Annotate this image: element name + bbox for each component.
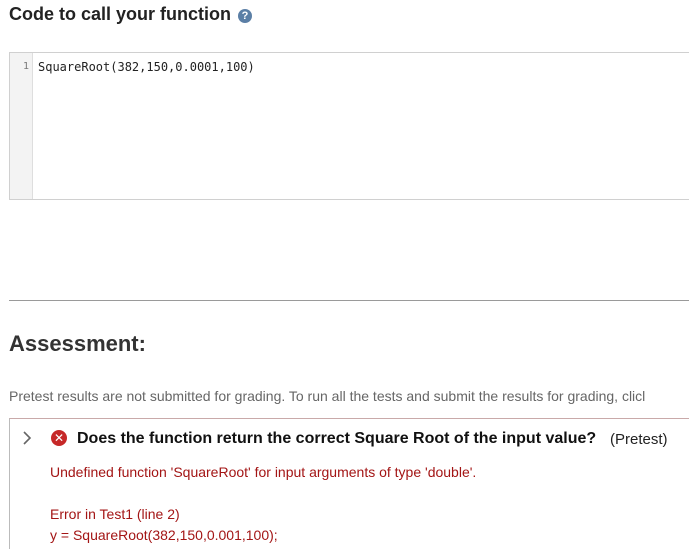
error-location: Error in Test1 (line 2) bbox=[50, 506, 180, 522]
section-divider bbox=[9, 300, 689, 301]
pretest-note: Pretest results are not submitted for gr… bbox=[9, 388, 646, 404]
page: Code to call your function ? 1 SquareRoo… bbox=[0, 0, 689, 549]
test-result-panel: ✕ Does the function return the correct S… bbox=[9, 418, 689, 549]
code-section-heading: Code to call your function ? bbox=[9, 4, 253, 25]
test-title[interactable]: Does the function return the correct Squ… bbox=[77, 430, 596, 448]
chevron-right-icon[interactable] bbox=[22, 430, 32, 446]
assessment-title: Assessment: bbox=[9, 331, 146, 356]
error-message: Undefined function 'SquareRoot' for inpu… bbox=[50, 464, 477, 480]
question-icon[interactable]: ? bbox=[238, 8, 253, 23]
error-x-icon: ✕ bbox=[51, 430, 67, 446]
code-editor[interactable]: 1 SquareRoot(382,150,0.0001,100) bbox=[9, 52, 689, 200]
code-section-title: Code to call your function bbox=[9, 4, 232, 24]
line-number: 1 bbox=[22, 61, 29, 72]
pretest-tag: (Pretest) bbox=[610, 431, 668, 448]
code-line[interactable]: SquareRoot(382,150,0.0001,100) bbox=[38, 60, 255, 74]
error-code: y = SquareRoot(382,150,0.001,100); bbox=[50, 527, 278, 543]
editor-gutter: 1 bbox=[10, 53, 33, 199]
